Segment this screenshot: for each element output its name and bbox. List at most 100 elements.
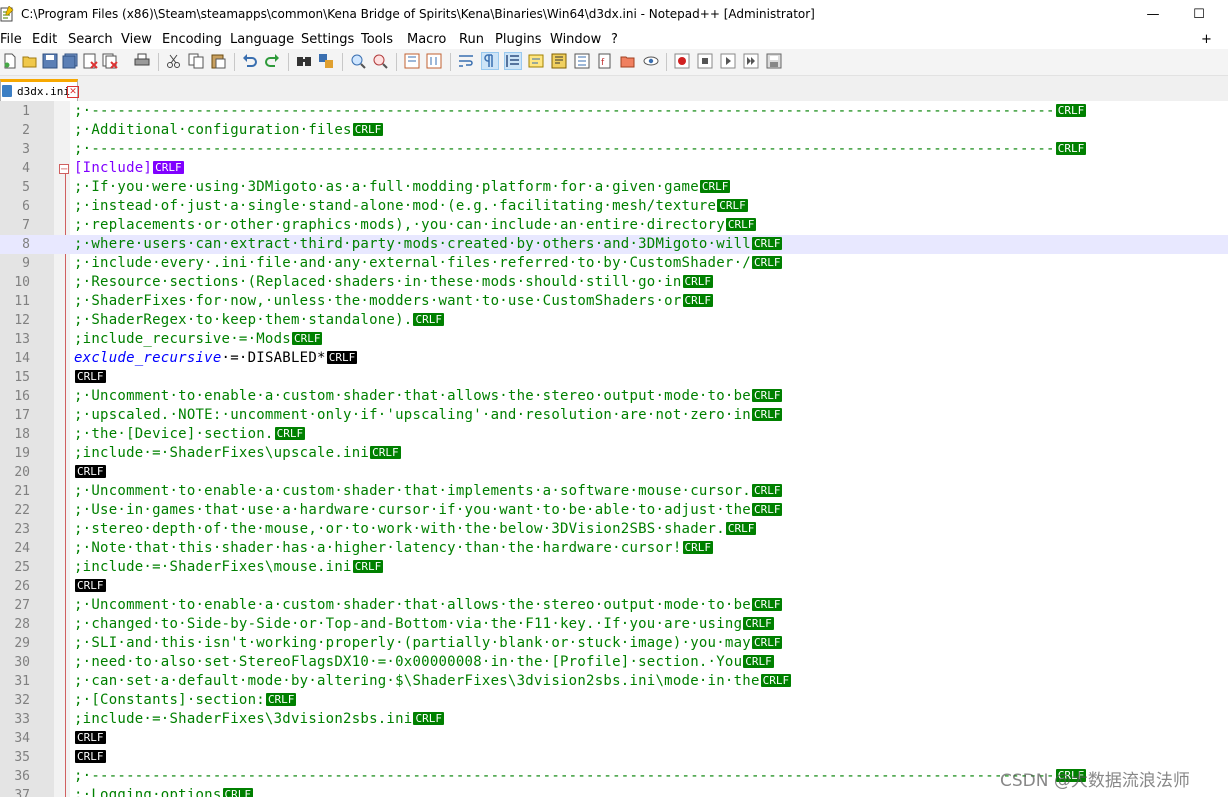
editor-line[interactable]: 33 ;include·=·ShaderFixes\3dvision2sbs.in… <box>0 710 1228 729</box>
menu-encoding[interactable]: Encoding <box>162 32 222 47</box>
menu-help[interactable]: ? <box>611 32 618 47</box>
editor-line[interactable]: 26 CRLF <box>0 577 1228 596</box>
print-icon[interactable] <box>134 53 150 69</box>
monitoring-eye-icon[interactable] <box>643 53 659 69</box>
editor-line[interactable]: 18 ;·the·[Device]·section. CRLF <box>0 425 1228 444</box>
line-text: ;·[Constants]·section: CRLF <box>74 692 297 708</box>
new-tab-plus-button[interactable]: + <box>1201 32 1212 47</box>
function-list-icon[interactable] <box>574 53 590 69</box>
editor-line[interactable]: 21 ;·Uncomment·to·enable·a·custom·shader·… <box>0 482 1228 501</box>
sync-vertical-icon[interactable] <box>404 53 420 69</box>
editor-line[interactable]: 14 exclude_recursive·=·DISABLED* CRLF <box>0 349 1228 368</box>
play-macro-icon[interactable] <box>720 53 736 69</box>
fold-collapse-icon[interactable]: − <box>59 164 69 175</box>
line-text: ;include_recursive·=·Mods CRLF <box>74 331 323 347</box>
crlf-marker: CRLF <box>725 522 757 535</box>
editor-line[interactable]: 35 CRLF <box>0 748 1228 767</box>
save-icon[interactable] <box>42 53 58 69</box>
show-all-characters-icon[interactable] <box>481 52 499 70</box>
menu-view[interactable]: View <box>121 32 152 47</box>
editor-line[interactable]: 34 CRLF <box>0 729 1228 748</box>
editor-line[interactable]: 16 ;·Uncomment·to·enable·a·custom·shader·… <box>0 387 1228 406</box>
editor-line[interactable]: 5 ;·If·you·were·using·3DMigoto·as·a·full·… <box>0 178 1228 197</box>
new-file-icon[interactable] <box>2 53 18 69</box>
editor-line[interactable]: 9 ;·include·every·.ini·file·and·any·exter… <box>0 254 1228 273</box>
window-title: C:\Program Files (x86)\Steam\steamapps\c… <box>21 7 815 21</box>
editor-line[interactable]: 28 ;·changed·to·Side-by-Side·or·Top-and-B… <box>0 615 1228 634</box>
ini-operator: ·=· <box>221 350 248 366</box>
editor-line[interactable]: 19 ;include·=·ShaderFixes\upscale.ini CRLF <box>0 444 1228 463</box>
crlf-marker: CRLF <box>153 161 184 174</box>
menu-tools[interactable]: Tools <box>361 32 393 47</box>
editor-line[interactable]: 15 CRLF <box>0 368 1228 387</box>
menu-search[interactable]: Search <box>68 32 113 47</box>
menu-macro[interactable]: Macro <box>407 32 446 47</box>
save-all-icon[interactable] <box>62 53 78 69</box>
line-number: 30 <box>14 655 30 670</box>
editor-line[interactable]: 23 ;·stereo·depth·of·the·mouse,·or·to·wor… <box>0 520 1228 539</box>
folder-as-workspace-icon[interactable]: f <box>597 53 613 69</box>
stop-record-icon[interactable] <box>697 53 713 69</box>
editor-line[interactable]: 6 ;·instead·of·just·a·single·stand-alone·… <box>0 197 1228 216</box>
paste-icon[interactable] <box>210 53 226 69</box>
tab-d3dx-ini[interactable]: d3dx.ini ✕ <box>0 79 79 101</box>
editor-line[interactable]: 22 ;·Use·in·games·that·use·a·hardware·cur… <box>0 501 1228 520</box>
menu-run[interactable]: Run <box>459 32 484 47</box>
line-text: CRLF <box>74 748 106 767</box>
replace-icon[interactable] <box>318 53 334 69</box>
close-all-icon[interactable] <box>102 53 118 69</box>
sync-horizontal-icon[interactable] <box>426 53 442 69</box>
record-macro-icon[interactable] <box>674 53 690 69</box>
crlf-marker: CRLF <box>682 275 714 288</box>
editor-area[interactable]: 1 ;·-------------------------------------… <box>0 101 1228 797</box>
user-language-icon[interactable] <box>528 53 544 69</box>
minimize-button[interactable]: — <box>1130 0 1176 30</box>
editor-line[interactable]: 2 ;·Additional·configuration·files CRLF <box>0 121 1228 140</box>
cut-icon[interactable] <box>166 53 182 69</box>
maximize-button[interactable]: ☐ <box>1176 0 1222 30</box>
menu-plugins[interactable]: Plugins <box>495 32 542 47</box>
zoom-in-icon[interactable] <box>350 53 366 69</box>
editor-line[interactable]: 8 ;·where·users·can·extract·third·party·m… <box>0 235 1228 254</box>
word-wrap-icon[interactable] <box>458 53 474 69</box>
copy-icon[interactable] <box>188 53 204 69</box>
editor-line[interactable]: 4 [Include] CRLF <box>0 159 1228 178</box>
editor-line[interactable]: 17 ;·upscaled.·NOTE:·uncomment·only·if·'u… <box>0 406 1228 425</box>
close-file-icon[interactable] <box>82 53 98 69</box>
line-text: ;·SLI·and·this·isn't·working·properly·(p… <box>74 635 783 651</box>
editor-line[interactable]: 3 ;·-------------------------------------… <box>0 140 1228 159</box>
editor-line[interactable]: 10 ;·Resource·sections·(Replaced·shaders·… <box>0 273 1228 292</box>
editor-line[interactable]: 25 ;include·=·ShaderFixes\mouse.ini CRLF <box>0 558 1228 577</box>
undo-icon[interactable] <box>242 53 258 69</box>
folder-icon[interactable] <box>620 53 636 69</box>
editor-line[interactable]: 27 ;·Uncomment·to·enable·a·custom·shader·… <box>0 596 1228 615</box>
save-macro-icon[interactable] <box>766 53 782 69</box>
line-text: ;·Uncomment·to·enable·a·custom·shader·th… <box>74 597 783 613</box>
editor-line[interactable]: 31 ;·can·set·a·default·mode·by·altering·$… <box>0 672 1228 691</box>
editor-line[interactable]: 1 ;·-------------------------------------… <box>0 102 1228 121</box>
saved-file-icon <box>2 85 12 97</box>
editor-line[interactable]: 7 ;·replacements·or·other·graphics·mods),… <box>0 216 1228 235</box>
menu-settings[interactable]: Settings <box>301 32 354 47</box>
document-map-icon[interactable] <box>551 53 567 69</box>
editor-line[interactable]: 12 ;·ShaderRegex·to·keep·them·standalone)… <box>0 311 1228 330</box>
indent-guide-icon[interactable] <box>504 52 522 70</box>
menu-window[interactable]: Window <box>550 32 601 47</box>
editor-line[interactable]: 29 ;·SLI·and·this·isn't·working·properly·… <box>0 634 1228 653</box>
editor-line[interactable]: 13 ;include_recursive·=·Mods CRLF <box>0 330 1228 349</box>
open-file-icon[interactable] <box>22 53 38 69</box>
redo-icon[interactable] <box>264 53 280 69</box>
zoom-out-icon[interactable] <box>372 53 388 69</box>
run-macro-multiple-icon[interactable] <box>743 53 759 69</box>
toolbar-separator <box>158 53 159 71</box>
editor-line[interactable]: 32 ;·[Constants]·section: CRLF <box>0 691 1228 710</box>
editor-line[interactable]: 24 ;·Note·that·this·shader·has·a·higher·l… <box>0 539 1228 558</box>
editor-line[interactable]: 30 ;·need·to·also·set·StereoFlagsDX10·=·0… <box>0 653 1228 672</box>
tab-close-icon[interactable]: ✕ <box>67 86 79 98</box>
find-icon[interactable] <box>296 53 312 69</box>
menu-language[interactable]: Language <box>230 32 294 47</box>
editor-line[interactable]: 20 CRLF <box>0 463 1228 482</box>
editor-line[interactable]: 11 ;·ShaderFixes·for·now,·unless·the·modd… <box>0 292 1228 311</box>
menu-edit[interactable]: Edit <box>32 32 57 47</box>
menu-file[interactable]: File <box>0 32 22 47</box>
